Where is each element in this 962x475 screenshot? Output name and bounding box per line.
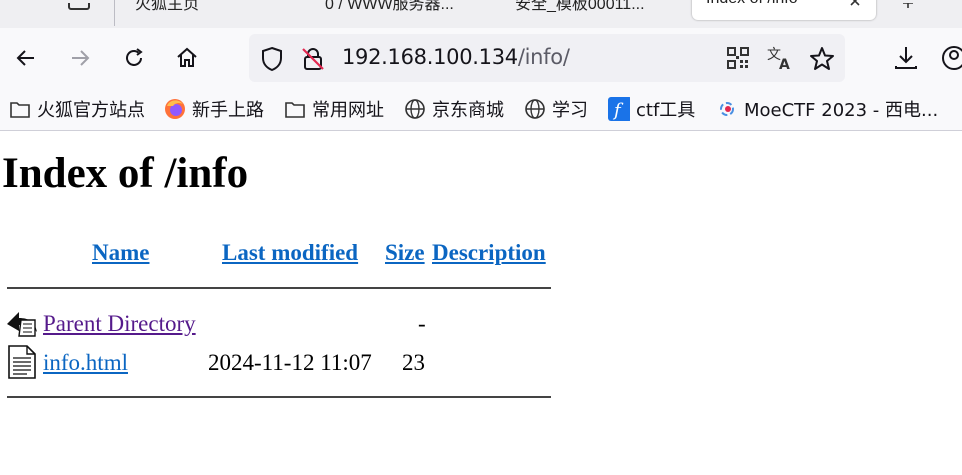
folder-icon xyxy=(284,98,306,120)
home-button[interactable] xyxy=(173,44,201,72)
bookmark-jd-mall[interactable]: 京东商城 xyxy=(404,96,504,122)
reload-button[interactable] xyxy=(120,44,148,72)
arrow-left-icon xyxy=(16,50,34,66)
tab-www-server[interactable]: 0 / WWW服务器... xyxy=(325,0,454,14)
page-title: Index of /info xyxy=(2,150,249,197)
tracking-protection-shield-icon[interactable] xyxy=(259,46,285,77)
parent-directory-link[interactable]: Parent Directory xyxy=(43,311,196,337)
page-content: Index of /info Name Last modified Size D… xyxy=(0,131,962,475)
moectf-icon xyxy=(716,98,738,120)
table-divider-bottom xyxy=(7,396,551,398)
file-link-info-html[interactable]: info.html xyxy=(43,350,128,376)
bookmark-label: 火狐官方站点 xyxy=(37,100,145,121)
qr-code-icon[interactable] xyxy=(726,46,750,75)
bookmark-star-icon[interactable] xyxy=(808,45,836,78)
tab-home[interactable]: 火狐主页 xyxy=(135,0,199,14)
svg-text:A: A xyxy=(779,57,790,71)
table-divider-top xyxy=(7,287,551,289)
download-icon xyxy=(895,47,917,69)
forward-button[interactable] xyxy=(66,44,94,72)
row-size: - xyxy=(418,311,426,336)
bookmark-moectf[interactable]: MoeCTF 2023 - 西电... xyxy=(716,96,938,122)
folder-icon xyxy=(9,98,31,120)
account-button[interactable] xyxy=(940,45,962,71)
translate-icon[interactable]: 文A xyxy=(766,45,794,76)
bookmark-label: 常用网址 xyxy=(312,100,384,121)
bookmark-study[interactable]: 学习 xyxy=(524,96,588,122)
tab-separator xyxy=(114,0,115,26)
tab-active[interactable]: Index of /info xyxy=(692,0,876,20)
downloads-button[interactable] xyxy=(892,44,920,77)
tab-template[interactable]: 安全_模板00011... xyxy=(515,0,645,14)
new-tab-button[interactable] xyxy=(898,0,918,10)
account-icon xyxy=(942,46,962,70)
tab-strip: 火狐主页 0 / WWW服务器... 安全_模板00011... Index o… xyxy=(0,0,962,28)
url-path: /info/ xyxy=(517,45,570,69)
firefox-icon xyxy=(164,98,186,120)
close-icon xyxy=(850,0,860,6)
url-text[interactable]: 192.168.100.134/info/ xyxy=(342,45,570,69)
bookmark-ctf-tools[interactable]: f ctf工具 xyxy=(608,96,695,122)
column-header-name[interactable]: Name xyxy=(92,240,149,266)
globe-icon xyxy=(524,98,546,120)
bookmark-label: ctf工具 xyxy=(636,100,696,121)
back-button[interactable] xyxy=(12,44,40,72)
bookmark-firefox-official[interactable]: 火狐官方站点 xyxy=(9,96,145,122)
file-icon xyxy=(7,345,37,384)
globe-icon xyxy=(404,98,426,120)
bookmark-label: 学习 xyxy=(552,100,588,121)
back-icon xyxy=(5,306,39,343)
row-last-modified: 2024-11-12 11:07 xyxy=(208,350,372,375)
tab-list-icon xyxy=(68,0,90,10)
bookmark-getting-started[interactable]: 新手上路 xyxy=(164,96,264,122)
tab-active-title: Index of /info xyxy=(706,0,798,8)
column-header-last-modified[interactable]: Last modified xyxy=(222,240,358,266)
row-size: 23 xyxy=(402,350,425,375)
tab-close-button[interactable] xyxy=(848,0,864,6)
bookmark-common-sites[interactable]: 常用网址 xyxy=(284,96,384,122)
url-host: 192.168.100.134 xyxy=(342,45,518,69)
bookmark-label: 京东商城 xyxy=(432,100,504,121)
column-header-description[interactable]: Description xyxy=(432,240,546,266)
bookmark-label: 新手上路 xyxy=(192,100,264,121)
ctf-icon: f xyxy=(608,97,630,121)
tab-overflow-button[interactable] xyxy=(66,0,94,10)
insecure-lock-icon[interactable] xyxy=(300,46,326,77)
home-icon xyxy=(177,47,197,67)
column-header-size[interactable]: Size xyxy=(385,240,425,266)
bookmark-label: MoeCTF 2023 - 西电... xyxy=(744,100,939,121)
reload-icon xyxy=(126,48,143,66)
arrow-right-icon xyxy=(72,50,90,66)
plus-icon xyxy=(903,0,913,8)
